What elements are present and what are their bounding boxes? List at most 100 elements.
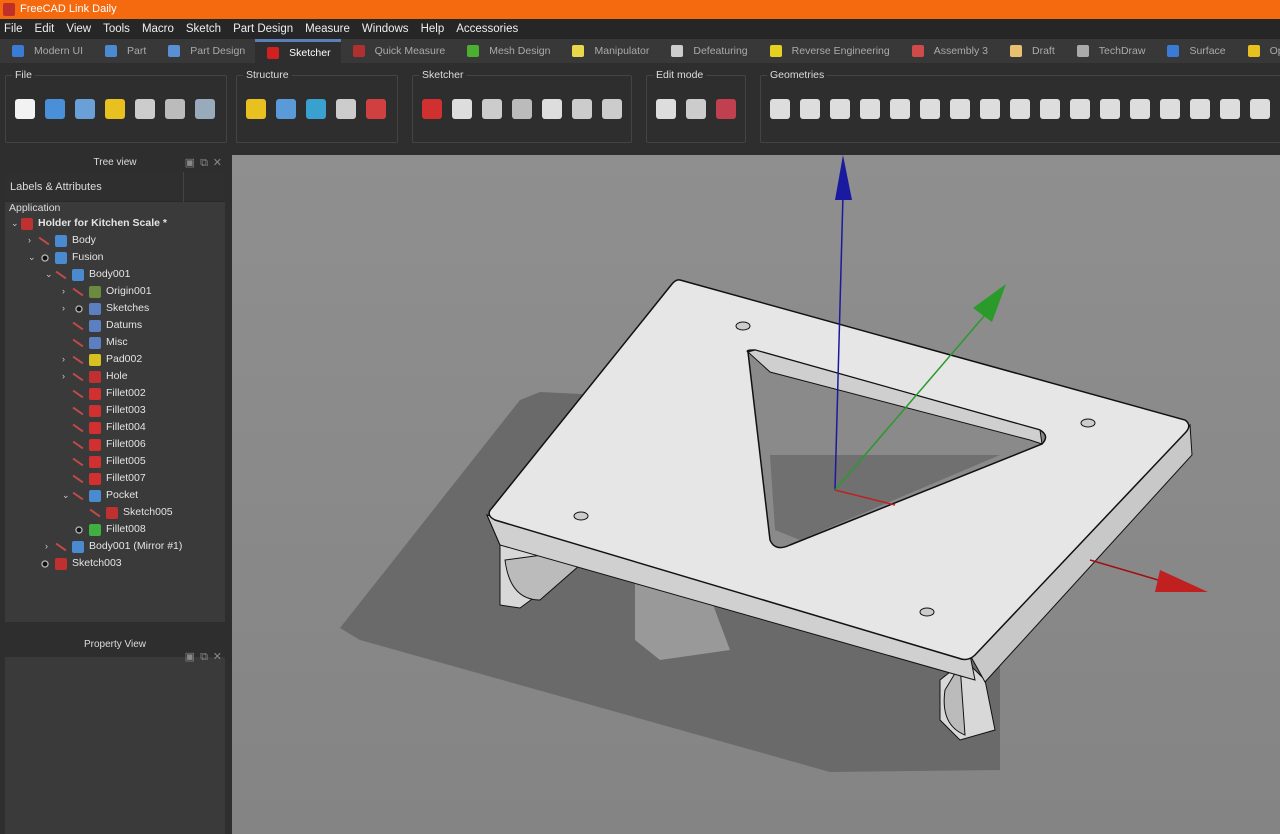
toolbar-button[interactable] [683, 96, 709, 122]
menu-measure[interactable]: Measure [305, 23, 350, 35]
tab-manipulator[interactable]: Manipulator [560, 39, 659, 63]
toolbar-button[interactable] [132, 96, 158, 122]
toolbar-button[interactable] [977, 96, 1003, 122]
visibility-icon[interactable] [72, 372, 86, 382]
tree-item[interactable]: Fillet006 [62, 436, 146, 453]
float-icon[interactable]: ▣ [185, 639, 195, 675]
toolbar-button[interactable] [539, 96, 565, 122]
visibility-icon[interactable] [38, 252, 52, 263]
toolbar-button[interactable] [12, 96, 38, 122]
menu-file[interactable]: File [4, 23, 23, 35]
expand-arrow-icon[interactable]: › [62, 300, 72, 317]
3d-viewport[interactable] [232, 155, 1280, 834]
toolbar-button[interactable] [419, 96, 445, 122]
tree-item[interactable]: › Sketches [62, 300, 149, 317]
menu-accessories[interactable]: Accessories [456, 23, 518, 35]
expand-arrow-icon[interactable]: ⌄ [45, 266, 55, 283]
toolbar-button[interactable] [1007, 96, 1033, 122]
tab-part[interactable]: Part [93, 39, 156, 63]
tab-quick-measure[interactable]: Quick Measure [341, 39, 456, 63]
toolbar-button[interactable] [509, 96, 535, 122]
toolbar-button[interactable] [363, 96, 389, 122]
tree-item[interactable]: › Body [28, 232, 96, 249]
toolbar-button[interactable] [947, 96, 973, 122]
visibility-icon[interactable] [72, 406, 86, 416]
float-icon[interactable]: ▣ [185, 156, 195, 171]
toolbar-button[interactable] [162, 96, 188, 122]
menu-macro[interactable]: Macro [142, 23, 174, 35]
menu-tools[interactable]: Tools [103, 23, 130, 35]
tree-item[interactable]: › Pad002 [62, 351, 142, 368]
tab-reverse-engineering[interactable]: Reverse Engineering [758, 39, 900, 63]
tree-root-application[interactable]: Application [9, 202, 60, 214]
tree-item[interactable]: Fillet008 [62, 521, 146, 538]
tab-part-design[interactable]: Part Design [156, 39, 255, 63]
expand-arrow-icon[interactable]: ⌄ [11, 215, 21, 232]
toolbar-button[interactable] [42, 96, 68, 122]
toolbar-button[interactable] [797, 96, 823, 122]
visibility-icon[interactable] [72, 524, 86, 535]
visibility-icon[interactable] [72, 389, 86, 399]
tab-draft[interactable]: Draft [998, 39, 1065, 63]
toolbar-button[interactable] [273, 96, 299, 122]
restore-icon[interactable]: ⧉ [200, 639, 208, 675]
toolbar-button[interactable] [1247, 96, 1273, 122]
visibility-icon[interactable] [55, 270, 69, 280]
menu-help[interactable]: Help [421, 23, 445, 35]
toolbar-button[interactable] [599, 96, 625, 122]
tab-modern-ui[interactable]: Modern UI [0, 39, 93, 63]
tree-item[interactable]: Fillet007 [62, 470, 146, 487]
restore-icon[interactable]: ⧉ [200, 156, 208, 171]
visibility-icon[interactable] [72, 287, 86, 297]
visibility-icon[interactable] [72, 423, 86, 433]
toolbar-button[interactable] [713, 96, 739, 122]
tree-item[interactable]: Datums [62, 317, 142, 334]
tab-surface[interactable]: Surface [1155, 39, 1235, 63]
toolbar-button[interactable] [827, 96, 853, 122]
column-header[interactable]: Labels & Attributes [10, 181, 102, 193]
toolbar-button[interactable] [917, 96, 943, 122]
toolbar-button[interactable] [1157, 96, 1183, 122]
visibility-icon[interactable] [55, 542, 69, 552]
toolbar-button[interactable] [72, 96, 98, 122]
tab-assembly-3[interactable]: Assembly 3 [900, 39, 998, 63]
menu-sketch[interactable]: Sketch [186, 23, 221, 35]
tab-mesh-design[interactable]: Mesh Design [455, 39, 560, 63]
visibility-icon[interactable] [72, 303, 86, 314]
toolbar-button[interactable] [303, 96, 329, 122]
tab-defeaturing[interactable]: Defeaturing [659, 39, 757, 63]
toolbar-button[interactable] [243, 96, 269, 122]
tab-opensc[interactable]: OpenSC [1236, 39, 1280, 63]
toolbar-button[interactable] [1187, 96, 1213, 122]
expand-arrow-icon[interactable]: › [28, 232, 38, 249]
toolbar-button[interactable] [333, 96, 359, 122]
menu-windows[interactable]: Windows [362, 23, 409, 35]
tree-item[interactable]: ⌄ Body001 [45, 266, 130, 283]
tree-item[interactable]: ⌄ Holder for Kitchen Scale * [11, 215, 167, 232]
tree-item[interactable]: Fillet004 [62, 419, 146, 436]
visibility-icon[interactable] [38, 558, 52, 569]
toolbar-button[interactable] [569, 96, 595, 122]
toolbar-button[interactable] [479, 96, 505, 122]
toolbar-button[interactable] [857, 96, 883, 122]
expand-arrow-icon[interactable]: › [62, 351, 72, 368]
visibility-icon[interactable] [38, 236, 52, 246]
visibility-icon[interactable] [72, 355, 86, 365]
toolbar-button[interactable] [1037, 96, 1063, 122]
expand-arrow-icon[interactable]: › [62, 368, 72, 385]
visibility-icon[interactable] [72, 474, 86, 484]
close-icon[interactable]: ✕ [213, 156, 222, 171]
toolbar-button[interactable] [1097, 96, 1123, 122]
toolbar-button[interactable] [102, 96, 128, 122]
expand-arrow-icon[interactable]: ⌄ [62, 487, 72, 504]
visibility-icon[interactable] [72, 457, 86, 467]
tree-item[interactable]: › Origin001 [62, 283, 152, 300]
expand-arrow-icon[interactable]: › [62, 283, 72, 300]
menu-edit[interactable]: Edit [35, 23, 55, 35]
expand-arrow-icon[interactable]: › [45, 538, 55, 555]
tree-item[interactable]: Misc [62, 334, 128, 351]
menu-part-design[interactable]: Part Design [233, 23, 293, 35]
tab-techdraw[interactable]: TechDraw [1065, 39, 1156, 63]
menu-view[interactable]: View [66, 23, 91, 35]
toolbar-button[interactable] [887, 96, 913, 122]
